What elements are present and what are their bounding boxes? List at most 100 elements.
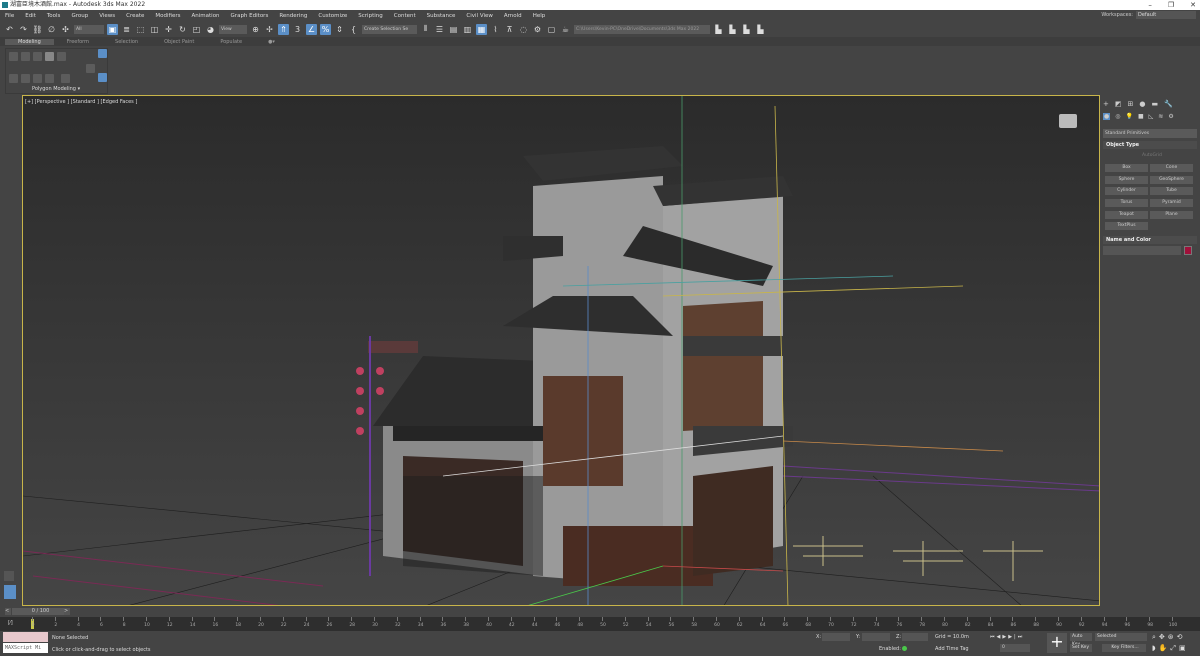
tab-freeform[interactable]: Freeform [54,39,102,45]
viewport-nav-icons-2[interactable]: ◗✋⤢▣ [1152,644,1189,653]
ribbon-tool-icon[interactable] [33,74,42,83]
polygon-modeling-label[interactable]: Polygon Modeling ▾ [32,86,80,92]
cone-button[interactable]: Cone [1150,164,1193,172]
rect-selection-icon[interactable]: ⬚ [135,24,146,35]
textplus-button[interactable]: TextPlus [1105,222,1148,230]
track-bar[interactable]: [⁄] 0 2 4 6 8 10 12 14 16 18 20 22 24 26 28 30 32 34 36 38 4… [0,617,1200,631]
autogrid-checkbox[interactable]: AutoGrid [1142,153,1162,158]
key-filters-button[interactable]: Key Filters... [1102,644,1146,652]
snap-3d-icon[interactable]: 3 [292,24,303,35]
ribbon-tool-icon[interactable] [9,74,18,83]
modify-tab-icon[interactable]: ◩ [1115,100,1122,108]
plane-button[interactable]: Plane [1150,211,1193,219]
project-path-dropdown[interactable]: C:\Users\Kevin-PC\OneDrive\Documents\3ds… [574,24,710,34]
auto-key-button[interactable]: Auto Key [1070,633,1092,647]
ribbon-tool-icon[interactable] [98,49,107,58]
ribbon-tool-icon[interactable] [45,74,54,83]
percent-snap-icon[interactable]: % [320,23,331,35]
menu-create[interactable]: Create [126,13,144,19]
angle-snap-icon[interactable]: ∠ [306,23,317,35]
shapes-icon[interactable]: ◎ [1115,113,1120,120]
selection-filter-dropdown[interactable]: All [74,24,104,34]
render-teapot-icon[interactable]: ☕ [560,24,571,35]
scene-explorer-icon[interactable]: ▤ [448,24,459,35]
add-time-tag[interactable]: Add Time Tag [935,646,969,652]
teapot-button[interactable]: Teapot [1105,211,1148,219]
pyramid-button[interactable]: Pyramid [1150,199,1193,207]
key-mode-dropdown[interactable]: Selected [1095,633,1147,641]
ribbon-tool-icon[interactable] [61,74,70,83]
ribbon-tool-icon[interactable] [86,64,95,73]
playback-controls[interactable]: ⏮◀▶▶|⏭ [990,634,1024,640]
cylinder-button[interactable]: Cylinder [1105,187,1148,195]
align-icon[interactable]: ☰ [434,24,445,35]
menu-tools[interactable]: Tools [47,13,61,19]
ref-coord-dropdown[interactable]: View [219,24,247,34]
move-icon[interactable]: ✛ [163,24,174,35]
window-crossing-icon[interactable]: ◫ [149,24,160,35]
utilities-tab-icon[interactable]: 🔧 [1164,100,1173,108]
spinner-snap-icon[interactable]: ⇕ [334,24,345,35]
workspaces-dropdown[interactable]: Default [1136,11,1196,19]
prev-frame-button[interactable]: < [5,608,11,615]
menu-views[interactable]: Views [99,13,115,19]
viewport-layout-tab[interactable] [4,585,16,599]
menu-help[interactable]: Help [533,13,546,19]
object-name-field[interactable] [1103,246,1181,255]
torus-button[interactable]: Torus [1105,199,1148,207]
menu-arnold[interactable]: Arnold [504,13,522,19]
close-button[interactable]: ✕ [1190,0,1196,10]
x-coordinate-field[interactable] [822,633,850,641]
undo-icon[interactable]: ↶ [4,24,15,35]
next-frame-button[interactable]: > [64,608,70,615]
ribbon-tool-icon[interactable] [57,52,66,61]
object-color-swatch[interactable] [1184,246,1192,255]
menu-graph-editors[interactable]: Graph Editors [231,13,269,19]
tab-object-paint[interactable]: Object Paint [151,39,207,45]
ribbon-tool-icon[interactable] [9,52,18,61]
schematic-view-icon[interactable]: ⊼ [504,24,515,35]
select-object-icon[interactable]: ▣ [107,23,118,35]
spacewarps-icon[interactable]: ≋ [1158,113,1163,120]
box-button[interactable]: Box [1105,164,1148,172]
viewport-layout-icon[interactable] [4,571,14,581]
ribbon-tool-icon[interactable] [98,73,107,82]
unlink-icon[interactable]: ∅ [46,24,57,35]
y-coordinate-field[interactable] [862,633,890,641]
menu-modifiers[interactable]: Modifiers [155,13,180,19]
menu-content[interactable]: Content [394,13,416,19]
project-new-icon[interactable]: ▙ [741,24,752,35]
placement-icon[interactable]: ◕ [205,24,216,35]
rendered-frame-icon[interactable]: ▢ [546,24,557,35]
keyboard-shortcut-icon[interactable]: ⇑ [278,23,289,35]
object-type-rollout[interactable]: Object Type [1103,141,1197,149]
manipulate-icon[interactable]: ✢ [264,24,275,35]
link-icon[interactable]: ⛓ [32,24,43,35]
redo-icon[interactable]: ↷ [18,24,29,35]
project-folder-icon[interactable]: ▙ [713,24,724,35]
geosphere-button[interactable]: GeoSphere [1150,176,1193,184]
ribbon-tool-icon[interactable] [21,74,30,83]
display-tab-icon[interactable]: ▬ [1151,100,1158,108]
mirror-icon[interactable]: ⫴ [420,24,431,35]
select-by-name-icon[interactable]: ≣ [121,24,132,35]
tube-button[interactable]: Tube [1150,187,1193,195]
menu-rendering[interactable]: Rendering [279,13,307,19]
perspective-viewport[interactable]: [+] [Perspective ] [Standard ] [Edged Fa… [22,95,1100,606]
restore-button[interactable]: ❐ [1168,0,1174,10]
geometry-icon[interactable]: ● [1103,113,1111,120]
layer-explorer-icon[interactable]: ▥ [462,24,473,35]
edit-named-selection-icon[interactable]: { [348,24,359,35]
enabled-indicator-icon[interactable] [902,646,907,651]
sphere-button[interactable]: Sphere [1105,176,1148,184]
menu-scripting[interactable]: Scripting [358,13,382,19]
viewcube[interactable] [1059,114,1077,128]
time-slider[interactable]: 0 / 100 [12,608,69,615]
current-frame-field[interactable]: 0 [1000,644,1030,652]
menu-civil-view[interactable]: Civil View [466,13,492,19]
hierarchy-tab-icon[interactable]: ⊞ [1128,100,1134,108]
maxscript-listener[interactable] [3,632,48,642]
z-coordinate-field[interactable] [902,633,928,641]
ribbon-toggle-icon[interactable]: ▦ [476,23,487,35]
lights-icon[interactable]: 💡 [1126,113,1133,120]
